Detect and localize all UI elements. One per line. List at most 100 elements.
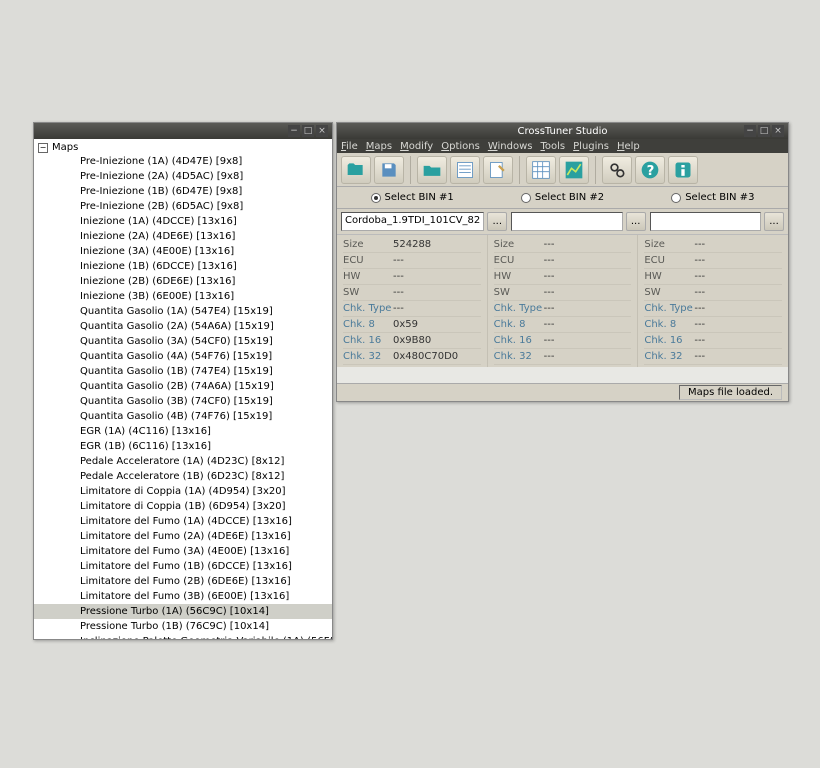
prop-label: Chk. Type [494,303,544,314]
tree-item[interactable]: EGR (1A) (4C116) [13x16] [34,424,332,439]
tree-item[interactable]: Quantita Gasolio (2B) (74A6A) [15x19] [34,379,332,394]
help-button[interactable]: ? [635,156,665,184]
tree-item[interactable]: Pedale Acceleratore (1B) (6D23C) [8x12] [34,469,332,484]
settings-button[interactable] [602,156,632,184]
prop-label: ECU [644,255,694,266]
folder-button[interactable] [417,156,447,184]
edit-button[interactable] [483,156,513,184]
menu-windows[interactable]: Windows [488,141,533,152]
save-button[interactable] [374,156,404,184]
close-button[interactable]: × [772,125,784,137]
tree-body: − Maps Pre-Iniezione (1A) (4D47E) [9x8]P… [34,139,332,639]
tree-item[interactable]: Limitatore del Fumo (2B) (6DE6E) [13x16] [34,574,332,589]
tree-item[interactable]: Inclinazione Palette Geometria Variabile… [34,634,332,639]
tree-item[interactable]: Pressione Turbo (1A) (56C9C) [10x14] [34,604,332,619]
tree-root-node[interactable]: − Maps [34,141,332,154]
prop-row: Chk. Type--- [494,301,632,317]
tree-titlebar[interactable]: − □ × [34,123,332,139]
browse-button-1[interactable]: ... [487,212,507,231]
open-folder-button[interactable] [341,156,371,184]
menu-maps[interactable]: Maps [366,141,392,152]
bin-select-2[interactable]: Select BIN #2 [487,187,637,208]
bin-select-3[interactable]: Select BIN #3 [638,187,788,208]
menu-file[interactable]: File [341,141,358,152]
tree-item[interactable]: Iniezione (3A) (4E00E) [13x16] [34,244,332,259]
status-text: Maps file loaded. [679,385,782,400]
list-button[interactable] [450,156,480,184]
tree-item[interactable]: Iniezione (2B) (6DE6E) [13x16] [34,274,332,289]
tree-item[interactable]: Pre-Iniezione (2B) (6D5AC) [9x8] [34,199,332,214]
minimize-button[interactable]: − [744,125,756,137]
menu-tools[interactable]: Tools [540,141,565,152]
tree-item[interactable]: Quantita Gasolio (3B) (74CF0) [15x19] [34,394,332,409]
menu-options[interactable]: Options [441,141,480,152]
file-input-3[interactable] [650,212,761,231]
prop-value: --- [544,255,632,266]
tree-item[interactable]: Iniezione (2A) (4DE6E) [13x16] [34,229,332,244]
chart-button[interactable] [559,156,589,184]
browse-button-3[interactable]: ... [764,212,784,231]
close-button[interactable]: × [316,125,328,137]
tree-item[interactable]: Quantita Gasolio (2A) (54A6A) [15x19] [34,319,332,334]
prop-label: HW [343,271,393,282]
prop-value: 0x9B80 [393,335,481,346]
bin-select-1[interactable]: Select BIN #1 [337,187,487,208]
radio-icon[interactable] [371,193,381,203]
tree-item[interactable]: Pre-Iniezione (1B) (6D47E) [9x8] [34,184,332,199]
prop-row: ECU--- [494,253,632,269]
minimize-button[interactable]: − [288,125,300,137]
tree-item[interactable]: Pre-Iniezione (2A) (4D5AC) [9x8] [34,169,332,184]
prop-value: --- [694,319,782,330]
tree-item[interactable]: Limitatore del Fumo (1A) (4DCCE) [13x16] [34,514,332,529]
tree-item[interactable]: Quantita Gasolio (3A) (54CF0) [15x19] [34,334,332,349]
tree-item[interactable]: Quantita Gasolio (1A) (547E4) [15x19] [34,304,332,319]
prop-row: Chk. 80x59 [343,317,481,333]
prop-row: ECU--- [343,253,481,269]
file-input-2[interactable] [511,212,622,231]
file-input-1[interactable]: Cordoba_1.9TDI_101CV_82 [341,212,484,231]
tree-item[interactable]: Quantita Gasolio (4A) (54F76) [15x19] [34,349,332,364]
tree-item[interactable]: Limitatore di Coppia (1A) (4D954) [3x20] [34,484,332,499]
prop-value: --- [544,335,632,346]
maximize-button[interactable]: □ [758,125,770,137]
radio-icon[interactable] [521,193,531,203]
tree-item[interactable]: Quantita Gasolio (4B) (74F76) [15x19] [34,409,332,424]
menu-help[interactable]: Help [617,141,640,152]
prop-row: Chk. 16--- [494,333,632,349]
prop-column-2: Size---ECU---HW---SW---Chk. Type---Chk. … [488,235,639,367]
tree-item[interactable]: Iniezione (1A) (4DCCE) [13x16] [34,214,332,229]
prop-row: HW--- [644,269,782,285]
main-titlebar[interactable]: CrossTuner Studio − □ × [337,123,788,139]
prop-label: SW [343,287,393,298]
prop-label: Chk. 32 [343,351,393,362]
tree-item[interactable]: Iniezione (3B) (6E00E) [13x16] [34,289,332,304]
tree-item[interactable]: Pedale Acceleratore (1A) (4D23C) [8x12] [34,454,332,469]
browse-button-2[interactable]: ... [626,212,646,231]
grid-button[interactable] [526,156,556,184]
tree-item[interactable]: Limitatore del Fumo (1B) (6DCCE) [13x16] [34,559,332,574]
tree-item[interactable]: Limitatore del Fumo (2A) (4DE6E) [13x16] [34,529,332,544]
prop-value: --- [544,303,632,314]
maximize-button[interactable]: □ [302,125,314,137]
tree-item[interactable]: Iniezione (1B) (6DCCE) [13x16] [34,259,332,274]
collapse-icon[interactable]: − [38,143,48,153]
tree-item[interactable]: EGR (1B) (6C116) [13x16] [34,439,332,454]
prop-value: --- [544,239,632,250]
prop-row: Chk. 8--- [644,317,782,333]
prop-row: ECU--- [644,253,782,269]
tree-item[interactable]: Quantita Gasolio (1B) (747E4) [15x19] [34,364,332,379]
tree-item[interactable]: Pressione Turbo (1B) (76C9C) [10x14] [34,619,332,634]
tree-item[interactable]: Limitatore del Fumo (3B) (6E00E) [13x16] [34,589,332,604]
tree-item[interactable]: Limitatore di Coppia (1B) (6D954) [3x20] [34,499,332,514]
prop-label: SW [494,287,544,298]
prop-label: Chk. 32 [644,351,694,362]
info-button[interactable] [668,156,698,184]
menu-modify[interactable]: Modify [400,141,433,152]
tree-item[interactable]: Limitatore del Fumo (3A) (4E00E) [13x16] [34,544,332,559]
radio-icon[interactable] [671,193,681,203]
tree-item[interactable]: Pre-Iniezione (1A) (4D47E) [9x8] [34,154,332,169]
prop-value: --- [393,303,481,314]
prop-label: Chk. 16 [644,335,694,346]
prop-value: --- [544,287,632,298]
menu-plugins[interactable]: Plugins [573,141,609,152]
